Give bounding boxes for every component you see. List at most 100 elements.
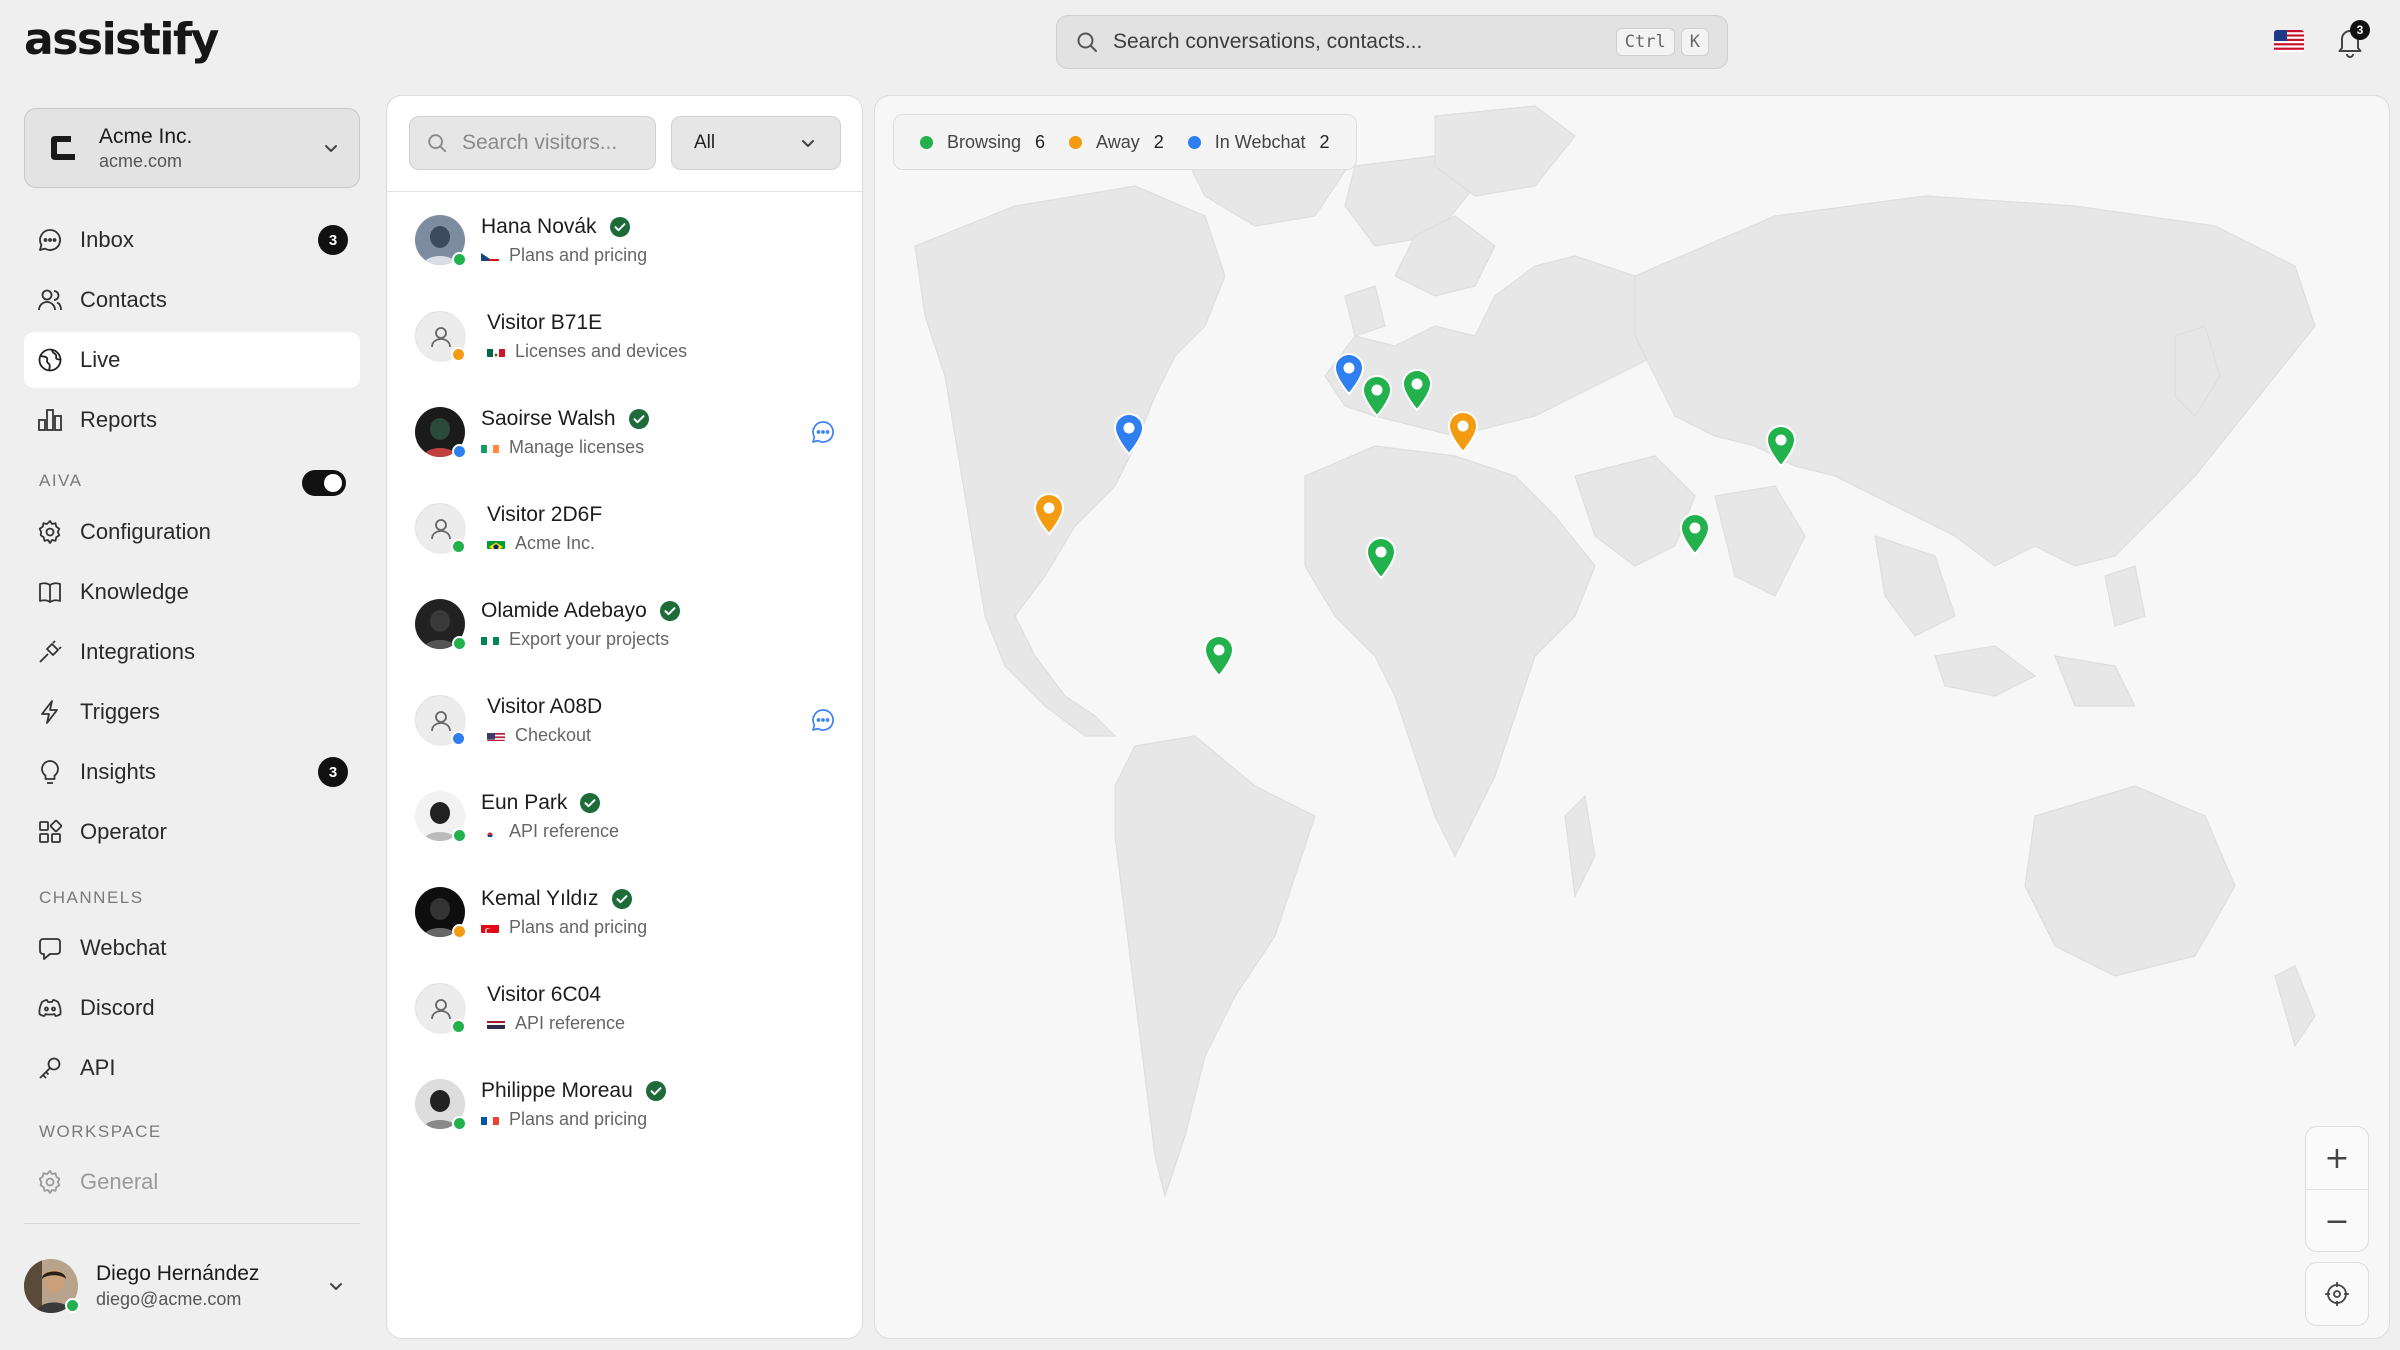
visitor-row[interactable]: Saoirse Walsh Manage licenses: [387, 384, 862, 480]
verified-badge-icon: [628, 408, 649, 429]
visitor-row[interactable]: Visitor A08D Checkout: [387, 672, 862, 768]
visitor-current-page: Checkout: [515, 724, 592, 745]
chat-bubble-icon[interactable]: [810, 707, 836, 733]
org-domain: acme.com: [99, 150, 183, 171]
status-dot: [65, 1298, 80, 1313]
visitor-current-page: Plans and pricing: [509, 244, 648, 265]
users-icon: [38, 289, 62, 311]
visitor-row[interactable]: Kemal Yıldız Plans and pricing: [387, 864, 862, 960]
aiva-toggle[interactable]: [302, 470, 346, 496]
legend-dot: [1187, 135, 1201, 149]
verified-badge-icon: [645, 1080, 666, 1101]
status-dot: [451, 347, 466, 362]
visitor-current-page: Plans and pricing: [509, 1108, 648, 1129]
sidebar-item-integrations[interactable]: Integrations: [24, 624, 360, 680]
visitor-row[interactable]: Eun Park API reference: [387, 768, 862, 864]
visitor-current-page: Licenses and devices: [515, 340, 688, 361]
avatar: [415, 503, 466, 554]
country-flag-icon: [481, 825, 499, 837]
inbox-count-badge: 3: [318, 225, 348, 255]
visitor-name: Saoirse Walsh: [481, 406, 616, 430]
zoom-out-button[interactable]: −: [2306, 1190, 2368, 1252]
target-icon: [2325, 1282, 2349, 1306]
sidebar-item-label: General: [80, 1169, 159, 1194]
status-dot: [451, 731, 466, 746]
sidebar-item-reports[interactable]: Reports: [24, 392, 360, 448]
sidebar-item-label: Insights: [80, 759, 156, 784]
map-pin-kr[interactable]: [1764, 424, 1798, 468]
visitor-name: Hana Novák: [481, 214, 597, 238]
status-dot: [452, 252, 467, 267]
language-flag-icon[interactable]: [2274, 30, 2304, 52]
chat-icon: [39, 938, 61, 960]
avatar: [415, 887, 467, 939]
map-pin-fr[interactable]: [1360, 374, 1394, 418]
map-pin-icon: [1765, 425, 1797, 468]
visitor-search-input[interactable]: Search visitors...: [409, 116, 656, 170]
sidebar-item-configuration[interactable]: Configuration: [24, 504, 360, 560]
sidebar-item-knowledge[interactable]: Knowledge: [24, 564, 360, 620]
book-icon: [39, 582, 61, 603]
visitor-list-panel: Search visitors... All Hana Novák Plans …: [386, 95, 863, 1339]
visitor-row[interactable]: Olamide Adebayo Export your projects: [387, 576, 862, 672]
country-flag-icon: [481, 1113, 499, 1125]
top-bar: assistify Search conversations, contacts…: [0, 0, 2400, 86]
notification-count-badge: 3: [2350, 20, 2370, 40]
gear-icon: [38, 520, 61, 544]
global-search-input[interactable]: Search conversations, contacts... Ctrl K: [1056, 15, 1728, 69]
visitor-row[interactable]: Visitor B71E Licenses and devices: [387, 288, 862, 384]
chevron-down-icon: [802, 140, 814, 147]
map-pin-us[interactable]: [1112, 412, 1146, 456]
app-logo[interactable]: assistify: [24, 14, 219, 65]
visitor-row[interactable]: Hana Novák Plans and pricing: [387, 192, 862, 288]
status-dot: [451, 539, 466, 554]
sidebar-item-general[interactable]: General: [24, 1154, 360, 1210]
map-pin-ng[interactable]: [1364, 536, 1398, 580]
sidebar-item-operator[interactable]: Operator: [24, 804, 360, 860]
sidebar-item-api[interactable]: API: [24, 1040, 360, 1096]
sidebar-item-live[interactable]: Live: [24, 332, 360, 388]
status-dot: [452, 636, 467, 651]
legend-label: Away: [1096, 131, 1140, 152]
sidebar-item-webchat[interactable]: Webchat: [24, 920, 360, 976]
user-name: Diego Hernández: [96, 1262, 260, 1285]
sidebar-item-inbox[interactable]: Inbox 3: [24, 212, 360, 268]
visitor-name: Olamide Adebayo: [481, 598, 647, 622]
map-pin-th[interactable]: [1678, 512, 1712, 556]
sidebar-item-triggers[interactable]: Triggers: [24, 684, 360, 740]
verified-badge-icon: [580, 792, 601, 813]
sidebar-item-label: Operator: [80, 819, 167, 844]
visitor-row[interactable]: Visitor 6C04 API reference: [387, 960, 862, 1056]
country-flag-icon: [481, 249, 499, 261]
sidebar-item-label: Contacts: [80, 287, 167, 312]
visitor-filter-select[interactable]: All: [671, 116, 841, 170]
user-menu[interactable]: Diego Hernández diego@acme.com: [24, 1246, 360, 1326]
sidebar-item-discord[interactable]: Discord: [24, 980, 360, 1036]
chat-bubble-icon[interactable]: [810, 419, 836, 445]
org-switcher[interactable]: Acme Inc. acme.com: [24, 108, 360, 188]
avatar: [415, 983, 466, 1034]
live-map[interactable]: Browsing 6 Away 2 In Webchat 2 + −: [874, 95, 2390, 1339]
status-dot: [452, 924, 467, 939]
sidebar-item-contacts[interactable]: Contacts: [24, 272, 360, 328]
sidebar-item-insights[interactable]: Insights 3: [24, 744, 360, 800]
visitor-row[interactable]: Visitor 2D6F Acme Inc.: [387, 480, 862, 576]
filter-value: All: [694, 132, 716, 153]
status-dot: [452, 828, 467, 843]
verified-badge-icon: [659, 600, 680, 621]
map-pin-br[interactable]: [1202, 634, 1236, 678]
country-flag-icon: [481, 633, 499, 645]
visitor-row[interactable]: Philippe Moreau Plans and pricing: [387, 1056, 862, 1152]
map-pin-icon: [1361, 375, 1393, 418]
map-pin-mx[interactable]: [1032, 492, 1066, 536]
recenter-button[interactable]: [2305, 1262, 2369, 1326]
verified-badge-icon: [609, 216, 630, 237]
globe-icon: [38, 348, 62, 372]
map-pin-tr[interactable]: [1446, 410, 1480, 454]
map-pin-icon: [1447, 411, 1479, 454]
world-map: [914, 105, 2316, 1199]
zoom-in-button[interactable]: +: [2306, 1127, 2368, 1189]
map-pin-cz[interactable]: [1400, 368, 1434, 412]
avatar: [415, 791, 467, 843]
org-logo-icon: [51, 136, 75, 160]
